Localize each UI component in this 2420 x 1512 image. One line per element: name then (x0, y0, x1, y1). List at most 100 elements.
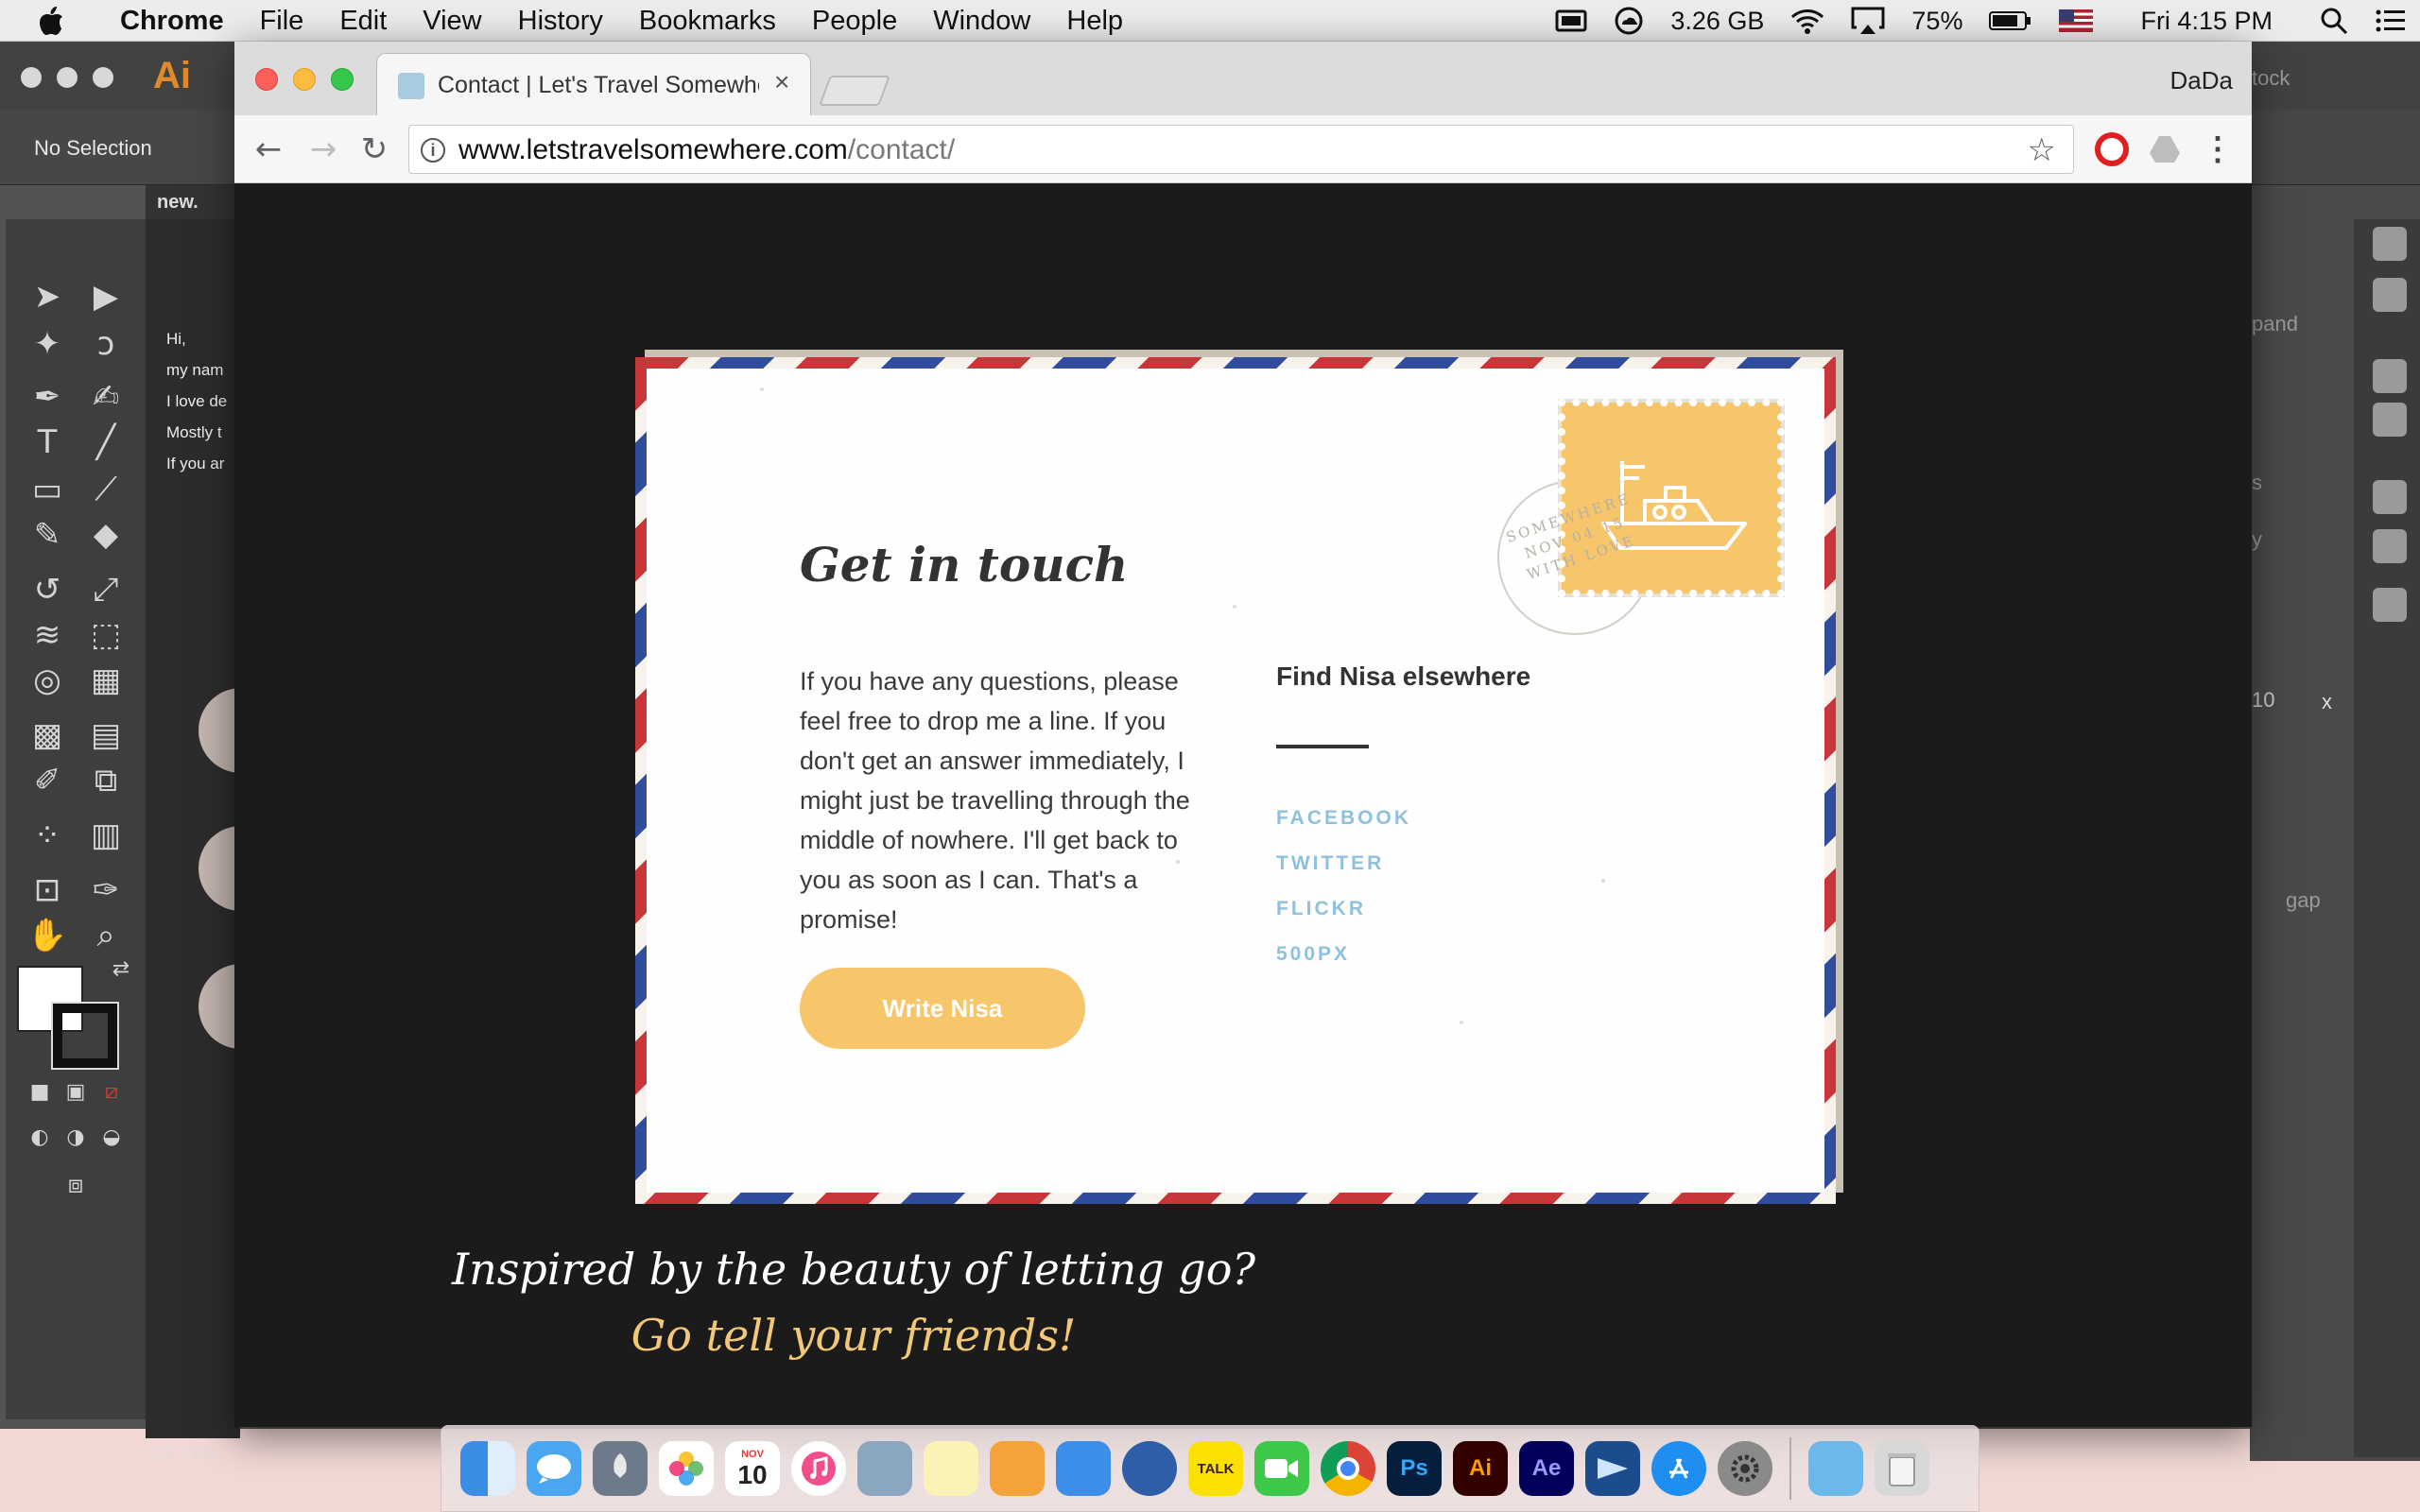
zoom-window-button[interactable] (331, 68, 354, 91)
launchpad-icon[interactable] (593, 1441, 648, 1496)
eraser-tool-icon[interactable]: ◆ (81, 514, 130, 556)
document-tab[interactable]: new. (146, 185, 240, 219)
rotate-tool-icon[interactable]: ↺ (23, 569, 72, 610)
facebook-link[interactable]: FACEBOOK (1276, 807, 1411, 830)
new-tab-button[interactable] (819, 76, 890, 106)
ai-close-button[interactable] (21, 67, 42, 88)
gradient-panel-icon[interactable] (2373, 278, 2407, 312)
menu-file[interactable]: File (242, 0, 322, 42)
finder-icon[interactable] (460, 1441, 515, 1496)
tab-close-icon[interactable]: × (774, 67, 789, 97)
us-flag-icon[interactable] (2046, 0, 2106, 42)
menu-bookmarks[interactable]: Bookmarks (621, 0, 794, 42)
shaper-tool-icon[interactable]: ✎ (23, 514, 72, 556)
illustrator-icon[interactable]: Ai (1453, 1441, 1508, 1496)
libraries-panel-icon[interactable] (2373, 480, 2407, 514)
menu-window[interactable]: Window (915, 0, 1048, 42)
lasso-tool-icon[interactable]: ↄ (81, 323, 130, 365)
selection-tool-icon[interactable]: ➤ (23, 276, 72, 318)
line-tool-icon[interactable]: ╱ (81, 421, 130, 463)
cloud-icon[interactable] (1600, 0, 1657, 42)
spotlight-icon[interactable] (2307, 0, 2361, 42)
write-nisa-button[interactable]: Write Nisa (800, 968, 1085, 1049)
display-icon[interactable] (1542, 0, 1600, 42)
notification-center-icon[interactable] (2361, 0, 2420, 42)
memory-usage[interactable]: 3.26 GB (1657, 0, 1777, 42)
battery-percent[interactable]: 75% (1898, 0, 1976, 42)
reload-icon[interactable]: ↻ (354, 129, 395, 170)
facetime-icon[interactable] (1254, 1441, 1309, 1496)
appearance-panel-icon[interactable] (2373, 529, 2407, 563)
panel-close-x[interactable]: x (2322, 690, 2332, 714)
pen-tool-icon[interactable]: ✒ (23, 376, 72, 418)
keynote-icon[interactable] (1056, 1441, 1111, 1496)
media-app-icon[interactable] (1585, 1441, 1640, 1496)
share-call-to-action[interactable]: Go tell your friends! (234, 1310, 1473, 1361)
none-mode-icon[interactable]: ⧄ (87, 1072, 136, 1113)
browser-globe-icon[interactable] (1122, 1441, 1177, 1496)
ai-zoom-button[interactable] (93, 67, 113, 88)
itunes-icon[interactable] (791, 1441, 846, 1496)
calendar-icon[interactable]: NOV 10 (725, 1441, 780, 1496)
address-bar[interactable]: i www.letstravelsomewhere.com/contact/ ☆ (408, 125, 2074, 174)
trash-icon[interactable] (1875, 1441, 1929, 1496)
swatches-panel-icon[interactable] (2373, 359, 2407, 393)
menu-history[interactable]: History (500, 0, 621, 42)
site-info-icon[interactable]: i (421, 138, 445, 163)
system-preferences-icon[interactable] (1718, 1441, 1772, 1496)
close-window-button[interactable] (255, 68, 278, 91)
slice-tool-icon[interactable]: ✑ (81, 869, 130, 911)
stroke-color-swatch[interactable] (51, 1002, 119, 1070)
menu-people[interactable]: People (794, 0, 915, 42)
symbol-sprayer-tool-icon[interactable]: ⁘ (23, 815, 72, 856)
downloads-folder-icon[interactable] (1808, 1441, 1863, 1496)
photoshop-icon[interactable]: Ps (1387, 1441, 1442, 1496)
blend-tool-icon[interactable]: ⧉ (81, 760, 130, 801)
brushes-panel-icon[interactable] (2373, 403, 2407, 437)
minimize-window-button[interactable] (293, 68, 316, 91)
zoom-level[interactable]: 29.73% (153, 1444, 217, 1466)
scale-tool-icon[interactable]: ⤢ (81, 569, 130, 610)
flickr-link[interactable]: FLICKR (1276, 898, 1366, 920)
screen-mode-icon[interactable]: ⧈ (51, 1164, 100, 1206)
color-panel-icon[interactable] (2373, 227, 2407, 261)
clock[interactable]: Fri 4:15 PM (2106, 0, 2307, 42)
forward-arrow-icon[interactable]: → (302, 129, 344, 170)
artboard-tool-icon[interactable]: ⊡ (23, 869, 72, 911)
airplay-icon[interactable] (1838, 0, 1898, 42)
preview-icon[interactable] (857, 1441, 912, 1496)
eyedropper-tool-icon[interactable]: ✐ (23, 760, 72, 801)
tab-contact[interactable]: Contact | Let's Travel Somewhere × (376, 53, 811, 115)
chrome-icon[interactable] (1321, 1441, 1375, 1496)
type-tool-icon[interactable]: T (23, 421, 72, 463)
free-transform-tool-icon[interactable]: ⬚ (81, 614, 130, 656)
mesh-tool-icon[interactable]: ▩ (23, 714, 72, 756)
adblock-extension-icon[interactable] (2095, 132, 2129, 166)
chrome-menu-icon[interactable]: ⋮ (2201, 132, 2235, 166)
messages-icon[interactable] (527, 1441, 581, 1496)
500px-link[interactable]: 500PX (1276, 943, 1350, 966)
menu-help[interactable]: Help (1048, 0, 1141, 42)
shape-builder-tool-icon[interactable]: ◎ (23, 660, 72, 701)
back-arrow-icon[interactable]: ← (248, 129, 289, 170)
wifi-icon[interactable] (1777, 0, 1838, 42)
layers-panel-icon[interactable] (2373, 588, 2407, 622)
curvature-tool-icon[interactable]: ✍ (81, 376, 130, 418)
twitter-link[interactable]: TWITTER (1276, 852, 1384, 875)
hand-tool-icon[interactable]: ✋ (23, 915, 72, 956)
notes-icon[interactable] (924, 1441, 978, 1496)
magic-wand-tool-icon[interactable]: ✦ (23, 323, 72, 365)
graph-tool-icon[interactable]: ▥ (81, 815, 130, 856)
panel-value-field[interactable]: 10 (2252, 688, 2274, 713)
battery-icon[interactable] (1976, 0, 2046, 42)
menu-view[interactable]: View (405, 0, 499, 42)
direct-selection-tool-icon[interactable]: ▶ (81, 276, 130, 318)
url-text[interactable]: www.letstravelsomewhere.com/contact/ (458, 134, 955, 166)
perspective-grid-tool-icon[interactable]: ▦ (81, 660, 130, 701)
kakaotalk-icon[interactable]: TALK (1188, 1441, 1243, 1496)
drive-extension-icon[interactable] (2148, 132, 2182, 166)
apple-menu-icon[interactable] (0, 0, 102, 42)
app-store-icon[interactable] (1651, 1441, 1706, 1496)
ai-minimize-button[interactable] (57, 67, 78, 88)
menu-app-chrome[interactable]: Chrome (102, 0, 242, 42)
